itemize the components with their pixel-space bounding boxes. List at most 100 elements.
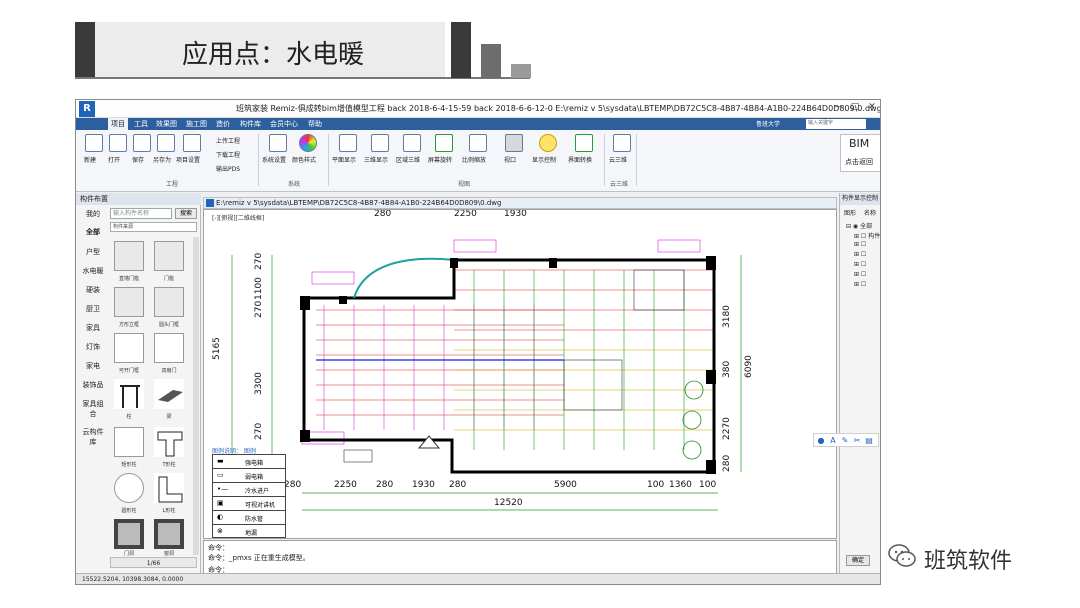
cloud-3d-button[interactable]: 云三维 [609,134,634,164]
dim-left-3: 270 [254,300,264,318]
menu-project[interactable]: 项目 [108,118,128,130]
color-wheel-icon [299,134,317,152]
tree-node[interactable]: ⊞ ☐ 构件 [854,231,880,240]
menu-construction[interactable]: 施工图 [186,119,207,129]
tree-node[interactable]: ⊞ ☐ [854,271,866,278]
maximize-button[interactable]: □ [848,102,862,112]
tree-node[interactable]: ⊞ ☐ [854,281,866,288]
tree-node[interactable]: ⊞ ☐ [854,241,866,248]
category-hardfit[interactable]: 硬装 [80,285,106,295]
component-pager[interactable]: 1/66 [110,557,197,568]
bim-return-button[interactable]: BIM 点击返回 [840,134,880,172]
menu-cost[interactable]: 造价 [216,119,230,129]
menu-tools[interactable]: 工具 [134,119,148,129]
scissors-icon[interactable]: ✂ [852,436,862,446]
dim-left-4: 5165 [212,337,222,360]
scale-zoom-button[interactable]: 比例缩放 [462,134,490,164]
category-cloud-library[interactable]: 云构件库 [80,427,106,447]
region-3d-button[interactable]: 区域三维 [396,134,424,164]
ribbon-separator [258,134,259,186]
dim-right-3: 6090 [744,355,754,378]
viewport-button[interactable]: 视口 [502,134,526,164]
category-furniture-combo[interactable]: 家具组合 [80,399,106,419]
menu-library[interactable]: 构件库 [240,119,261,129]
legend-symbol: ⊗ [217,527,223,535]
tree-root[interactable]: ⊟ ◉ 全部 [846,221,872,230]
category-all[interactable]: 全部 [80,227,106,237]
component-search-button[interactable]: 搜索 [175,208,197,219]
save-as-icon [157,134,175,152]
tab-graphic[interactable]: 图形 [844,208,856,217]
component-source-select[interactable]: 构件来源 [110,222,197,232]
t-column-tile[interactable] [154,427,184,457]
system-settings-button[interactable]: 系统设置 [262,134,290,164]
save-as-button[interactable]: 另存为 [153,134,178,164]
export-pds-button[interactable]: 输出PDS [216,164,240,173]
component-search-input[interactable]: 输入构件名称 [110,208,172,219]
category-decor[interactable]: 装饰品 [80,380,106,390]
menu-help[interactable]: 帮助 [308,119,322,129]
upload-project-button[interactable]: 上传工程 [216,136,240,145]
window-opening-tile[interactable] [154,519,184,549]
header-bar-right-1 [451,22,471,78]
component-tile[interactable] [154,241,184,271]
watermark-text: 班筑软件 [924,549,1013,574]
category-furniture[interactable]: 家具 [80,323,106,333]
component-tile[interactable] [114,241,144,271]
plan-view-icon [339,134,357,152]
project-settings-button[interactable]: 项目设置 [176,134,204,164]
lightbulb-icon [539,134,557,152]
category-kitchen-bath[interactable]: 厨卫 [80,304,106,314]
menu-member[interactable]: 会员中心 [270,119,298,129]
minimize-button[interactable]: — [831,102,845,112]
column-tile[interactable] [114,379,144,409]
category-lighting[interactable]: 灯饰 [80,342,106,352]
ime-mode-icon[interactable]: A [828,436,838,446]
keyboard-icon[interactable]: ▤ [864,436,874,446]
tab-mine[interactable]: 我的 [80,209,106,219]
component-tile[interactable] [114,333,144,363]
interface-switch-button[interactable]: 界面转换 [568,134,596,164]
plan-view-button[interactable]: 平面显示 [332,134,360,164]
category-mep[interactable]: 水电暖 [80,266,106,276]
component-scrollbar[interactable] [193,237,199,555]
round-column-tile[interactable] [114,473,144,503]
drawing-canvas[interactable]: [-][俯视][二维线框] 280 2250 1930 280 2250 280… [203,209,837,539]
group-project-label: 工程 [166,181,179,188]
command-line: 命令：_pmxs 正在重生成模型。 [208,554,310,562]
menu-search-input[interactable]: 输入关键字 [806,119,866,129]
component-tile[interactable] [154,333,184,363]
beam-tile[interactable] [154,379,184,409]
component-tile[interactable] [154,287,184,317]
tree-node[interactable]: ⊞ ☐ [854,261,866,268]
component-tile-label: 门洞 [123,551,134,557]
display-control-button[interactable]: 显示控制 [532,134,560,164]
color-style-button[interactable]: 颜色样式 [292,134,320,164]
door-opening-tile[interactable] [114,519,144,549]
project-settings-icon [183,134,201,152]
l-column-tile[interactable] [154,473,184,503]
confirm-button[interactable]: 确定 [846,555,870,566]
component-panel: 构件布置 我的 输入构件名称 搜索 构件来源 全部 户型 水电暖 硬装 厨卫 家… [76,193,201,573]
legend-row: ◐ 防水管 [213,511,285,525]
menu-render[interactable]: 效果图 [156,119,177,129]
close-button[interactable]: ✕ [865,102,879,112]
menu-university[interactable]: 鲁班大学 [756,119,780,128]
legend-label: 冷水进户 [245,488,270,495]
ime-logo-icon[interactable]: ● [816,436,826,446]
category-appliance[interactable]: 家电 [80,361,106,371]
display-control-panel: 构件显示控制 图形 名称 ⊟ ◉ 全部 ⊞ ☐ 构件 ⊞ ☐ ⊞ ☐ ⊞ ☐ ⊞… [839,193,880,573]
column-icon [120,385,140,408]
pen-icon[interactable]: ✎ [840,436,850,446]
category-floorplan[interactable]: 户型 [80,247,106,257]
drawing-tab[interactable]: E:\remiz v 5\sysdata\LBTEMP\DB72C5C8-4B8… [203,197,837,209]
3d-view-button[interactable]: 三维显示 [364,134,392,164]
component-tile-label: 圆形柱 [121,508,137,514]
component-tile-label: 直墙门槛 [118,276,139,282]
tree-node[interactable]: ⊞ ☐ [854,251,866,258]
screen-rotate-button[interactable]: 屏幕旋转 [428,134,456,164]
component-tile[interactable] [114,287,144,317]
rect-column-tile[interactable] [114,427,144,457]
download-project-button[interactable]: 下载工程 [216,150,240,159]
tab-name[interactable]: 名称 [864,208,876,217]
